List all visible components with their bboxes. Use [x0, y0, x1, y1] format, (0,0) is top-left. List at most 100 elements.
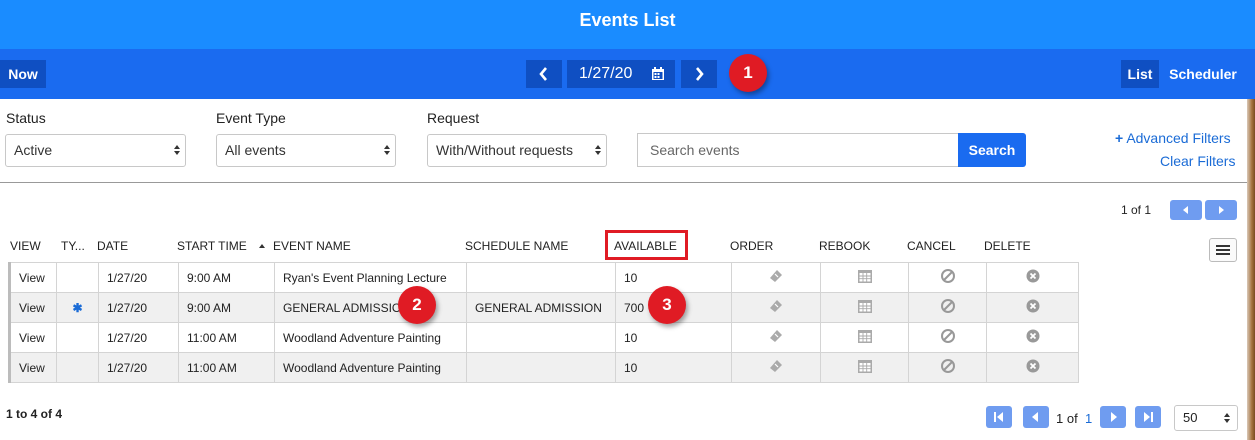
advanced-filters-link[interactable]: + Advanced Filters [1115, 130, 1231, 146]
search-input[interactable]: Search events [637, 133, 959, 167]
start-time-cell: 11:00 AM [178, 322, 275, 353]
prev-date-button[interactable] [526, 60, 562, 88]
col-event-name[interactable]: EVENT NAME [273, 239, 351, 253]
cancel-button[interactable] [908, 352, 987, 383]
last-page-button[interactable] [1135, 406, 1161, 428]
divider [0, 182, 1247, 183]
now-button[interactable]: Now [0, 60, 46, 88]
column-menu-button[interactable] [1209, 238, 1237, 262]
date-cell: 1/27/20 [98, 262, 179, 293]
type-icon: ✱ [56, 292, 99, 323]
rebook-button[interactable] [820, 292, 909, 323]
ticket-icon [770, 270, 782, 282]
event-type-label: Event Type [216, 110, 286, 126]
date-picker[interactable]: 1/27/20 [567, 60, 675, 88]
callout-badge-3: 3 [648, 286, 686, 324]
status-select[interactable]: Active [5, 134, 186, 167]
window-edge [1247, 99, 1255, 440]
top-page-info: 1 of 1 [1121, 203, 1152, 217]
callout-badge-2: 2 [398, 286, 436, 324]
col-delete: DELETE [984, 239, 1031, 253]
page-size-select[interactable]: 50 [1174, 405, 1238, 431]
schedule-name-cell [466, 322, 616, 353]
rebook-button[interactable] [820, 262, 909, 293]
rebook-button[interactable] [820, 322, 909, 353]
list-view-button[interactable]: List [1121, 60, 1159, 88]
col-start-time[interactable]: START TIME [177, 239, 266, 253]
available-highlight-box [605, 230, 688, 260]
select-arrows-icon [174, 145, 180, 155]
caret-left-icon [1183, 206, 1188, 214]
schedule-name-cell [466, 262, 616, 293]
col-schedule-name[interactable]: SCHEDULE NAME [465, 239, 568, 253]
col-rebook: REBOOK [819, 239, 871, 253]
delete-button[interactable] [986, 352, 1079, 383]
order-button[interactable] [731, 262, 821, 293]
delete-icon [1026, 359, 1039, 373]
search-placeholder: Search events [650, 142, 740, 158]
calendar-icon [857, 330, 872, 343]
order-button[interactable] [731, 322, 821, 353]
page-number[interactable]: 1 [1085, 411, 1092, 426]
available-cell: 10 [615, 352, 732, 383]
event-name-cell: Woodland Adventure Painting [274, 322, 467, 353]
scheduler-view-button[interactable]: Scheduler [1162, 60, 1244, 88]
next-date-button[interactable] [681, 60, 717, 88]
start-time-cell: 11:00 AM [178, 352, 275, 383]
order-button[interactable] [731, 352, 821, 383]
chevron-left-icon [539, 67, 547, 81]
event-name-cell: Ryan's Event Planning Lecture [274, 262, 467, 293]
clear-filters-link[interactable]: Clear Filters [1160, 153, 1235, 169]
event-type-select[interactable]: All events [216, 134, 396, 167]
calendar-icon [857, 270, 872, 283]
top-next-page-button[interactable] [1205, 200, 1237, 220]
view-link[interactable]: View [8, 352, 57, 383]
delete-button[interactable] [986, 292, 1079, 323]
date-cell: 1/27/20 [98, 322, 179, 353]
top-prev-page-button[interactable] [1170, 200, 1202, 220]
search-button[interactable]: Search [958, 133, 1026, 167]
delete-button[interactable] [986, 322, 1079, 353]
caret-right-icon [1111, 412, 1117, 422]
col-type[interactable]: TY... [61, 239, 85, 253]
rebook-button[interactable] [820, 352, 909, 383]
cancel-button[interactable] [908, 322, 987, 353]
delete-icon [1026, 299, 1039, 313]
chevron-right-icon [696, 67, 704, 81]
caret-left-icon [1032, 412, 1038, 422]
ticket-icon [770, 330, 782, 342]
view-link[interactable]: View [8, 322, 57, 353]
table-row: View 1/27/20 11:00 AM Woodland Adventure… [8, 322, 1079, 353]
start-time-cell: 9:00 AM [178, 262, 275, 293]
event-type-value: All events [225, 142, 286, 158]
select-arrows-icon [384, 145, 390, 155]
view-link[interactable]: View [8, 292, 57, 323]
status-value: Active [14, 142, 53, 158]
col-order: ORDER [730, 239, 774, 253]
ban-icon [940, 359, 955, 373]
page-title: Events List [579, 10, 676, 30]
view-link[interactable]: View [8, 262, 57, 293]
col-date[interactable]: DATE [97, 239, 128, 253]
calendar-icon [857, 300, 872, 313]
caret-right-icon [1219, 206, 1224, 214]
prev-page-button[interactable] [1023, 406, 1049, 428]
col-view[interactable]: VIEW [10, 239, 41, 253]
first-page-button[interactable] [986, 406, 1012, 428]
col-cancel: CANCEL [907, 239, 956, 253]
delete-icon [1026, 269, 1039, 283]
order-button[interactable] [731, 292, 821, 323]
date-nav-bar: Now 1/27/20 1 List Scheduler [0, 49, 1255, 99]
request-select[interactable]: With/Without requests [427, 134, 607, 167]
type-cell [56, 262, 99, 293]
sort-asc-icon [259, 244, 266, 248]
next-page-button[interactable] [1100, 406, 1126, 428]
advanced-filters-label: Advanced Filters [1126, 130, 1231, 146]
cancel-button[interactable] [908, 292, 987, 323]
cancel-button[interactable] [908, 262, 987, 293]
select-arrows-icon [1224, 413, 1230, 423]
status-label: Status [6, 110, 46, 126]
table-row: View ✱ 1/27/20 9:00 AM GENERAL ADMISSION… [8, 292, 1079, 323]
ticket-icon [770, 360, 782, 372]
delete-button[interactable] [986, 262, 1079, 293]
